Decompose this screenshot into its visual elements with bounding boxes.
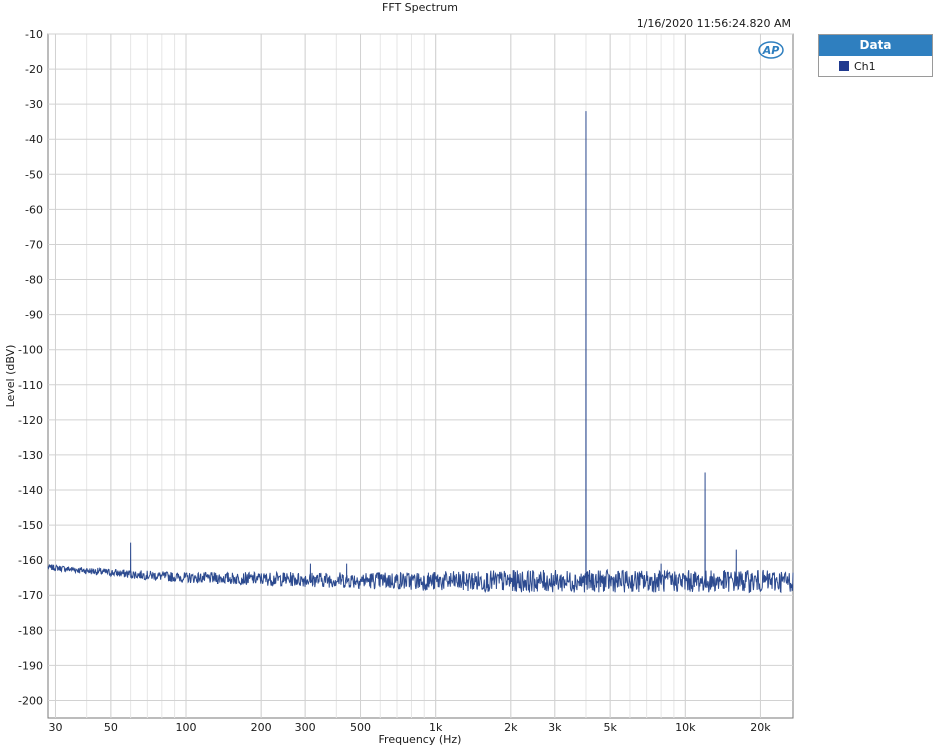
y-tick-label: -190	[18, 659, 43, 672]
fft-chart: -10 -20 -30 -40 -50 -60 -70 -80 -90 -100 -110 -120 -…	[4, 1, 794, 746]
legend-swatch	[839, 61, 849, 71]
x-tick-label: 200	[251, 721, 272, 734]
ap-logo-text: AP	[762, 44, 780, 57]
y-tick-label: -140	[18, 484, 43, 497]
x-tick-label: 3k	[548, 721, 562, 734]
y-tick-label: -70	[25, 238, 43, 251]
y-tick-label: -160	[18, 554, 43, 567]
y-tick-label: -40	[25, 133, 43, 146]
y-tick-label: -30	[25, 98, 43, 111]
chart-title: FFT Spectrum	[382, 1, 458, 14]
x-tick-label: 10k	[675, 721, 696, 734]
y-tick-label: -150	[18, 519, 43, 532]
y-tick-label: -20	[25, 63, 43, 76]
legend-item-label: Ch1	[854, 59, 876, 73]
y-tick-label: -80	[25, 274, 43, 287]
y-tick-label: -60	[25, 203, 43, 216]
y-tick-label: -50	[25, 168, 43, 181]
x-tick-label: 30	[48, 721, 62, 734]
y-tick-labels: -10 -20 -30 -40 -50 -60 -70 -80 -90 -100 -110 -120 -…	[18, 28, 43, 707]
x-tick-label: 50	[104, 721, 118, 734]
y-axis-title: Level (dBV)	[4, 345, 17, 408]
y-tick-label: -10	[25, 28, 43, 41]
x-tick-label: 2k	[504, 721, 518, 734]
y-tick-label: -120	[18, 414, 43, 427]
legend-item-ch1[interactable]: Ch1	[819, 56, 932, 76]
plot-background	[47, 33, 794, 719]
x-tick-label: 5k	[603, 721, 617, 734]
legend-header: Data	[819, 35, 932, 56]
x-axis-title: Frequency (Hz)	[379, 733, 462, 746]
y-tick-label: -90	[25, 309, 43, 322]
y-tick-label: -130	[18, 449, 43, 462]
y-tick-label: -200	[18, 694, 43, 707]
legend: Data Ch1	[818, 34, 933, 77]
timestamp: 1/16/2020 11:56:24.820 AM	[637, 17, 791, 30]
x-tick-label: 20k	[750, 721, 771, 734]
y-tick-label: -180	[18, 624, 43, 637]
y-tick-label: -100	[18, 344, 43, 357]
x-tick-label: 100	[176, 721, 197, 734]
y-tick-label: -170	[18, 589, 43, 602]
x-tick-label: 300	[295, 721, 316, 734]
x-tick-label: 500	[350, 721, 371, 734]
y-tick-label: -110	[18, 379, 43, 392]
